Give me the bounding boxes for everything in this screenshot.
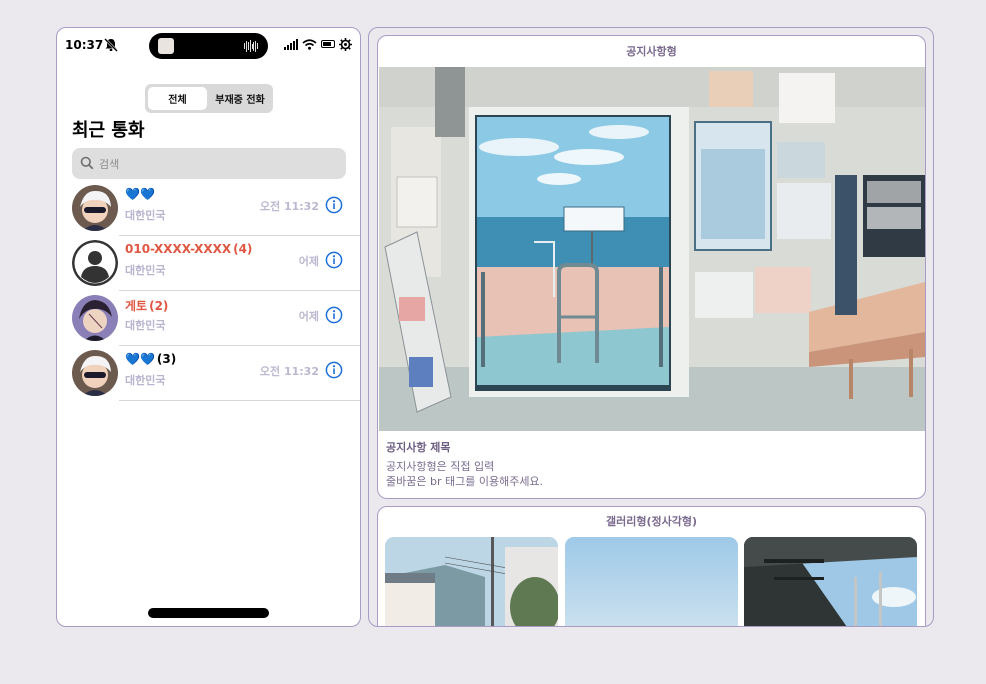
- wifi-icon: [302, 38, 317, 50]
- search-placeholder: 검색: [99, 158, 120, 171]
- gallery-thumbnail[interactable]: [565, 537, 738, 626]
- notice-image: [379, 67, 925, 431]
- avatar-placeholder-icon: [72, 240, 118, 286]
- dynamic-island[interactable]: [149, 33, 268, 59]
- call-filter-segmented-control: 전체 부재중 전화: [145, 84, 273, 113]
- call-count: (4): [233, 242, 253, 256]
- call-name-text: 💙💙: [125, 352, 155, 366]
- audio-wave-icon: [244, 40, 258, 52]
- call-row[interactable]: 게토 (2) 대한민국 어제: [57, 291, 360, 346]
- cellular-signal-icon: [284, 38, 298, 50]
- segment-all[interactable]: 전체: [148, 87, 207, 110]
- call-count: (2): [149, 298, 169, 313]
- status-time: 10:37: [65, 38, 104, 52]
- notice-body: 공지사항형은 직접 입력 줄바꿈은 br 태그를 이용해주세요.: [386, 459, 543, 489]
- info-icon[interactable]: [325, 361, 343, 379]
- info-icon[interactable]: [325, 251, 343, 269]
- call-name: 010-XXXX-XXXX (4): [125, 242, 252, 256]
- call-time: 어제: [298, 310, 319, 323]
- status-bar: 10:37: [57, 28, 360, 64]
- call-time: 오전 11:32: [259, 365, 319, 378]
- bell-muted-icon: [104, 38, 118, 52]
- notice-header: 공지사항형: [626, 45, 677, 58]
- battery-icon: [321, 40, 335, 48]
- notice-card[interactable]: 공지사항형 공지사항 제목 공지사항형은 직접 입력 줄바꿈은 br 태그를 이…: [377, 35, 926, 499]
- call-subtitle: 대한민국: [125, 209, 166, 222]
- call-name-text: 010-XXXX-XXXX: [125, 242, 232, 256]
- call-subtitle: 대한민국: [125, 264, 166, 277]
- call-name: 게토 (2): [125, 297, 168, 314]
- call-name: 💙💙: [125, 187, 157, 201]
- status-icons: [284, 37, 352, 51]
- call-name-text: 게토: [125, 299, 148, 313]
- call-time: 오전 11:32: [259, 200, 319, 213]
- page-title: 최근 통화: [72, 120, 145, 141]
- segment-missed[interactable]: 부재중 전화: [209, 87, 271, 110]
- call-name-text: 💙💙: [125, 187, 155, 201]
- info-icon[interactable]: [325, 196, 343, 214]
- call-subtitle: 대한민국: [125, 319, 166, 332]
- avatar: [72, 185, 118, 231]
- content-panel: 공지사항형 공지사항 제목 공지사항형은 직접 입력 줄바꿈은 br 태그를 이…: [368, 27, 934, 627]
- row-divider: [119, 400, 360, 401]
- search-input[interactable]: 검색: [72, 148, 346, 179]
- notice-title: 공지사항 제목: [386, 441, 451, 454]
- avatar: [72, 350, 118, 396]
- gallery-header: 갤러리형(정사각형): [605, 515, 697, 528]
- phone-panel: 10:37 전체 부재중 전화 최근 통화 검색 💙💙 대한민국 오전 11:3…: [56, 27, 361, 627]
- info-icon[interactable]: [325, 306, 343, 324]
- now-playing-artwork: [158, 38, 174, 54]
- call-time: 어제: [298, 255, 319, 268]
- gallery-thumbnail[interactable]: [744, 537, 917, 626]
- call-row[interactable]: 💙💙 대한민국 오전 11:32: [57, 181, 360, 236]
- call-count: (3): [156, 352, 177, 366]
- notice-body-line: 공지사항형은 직접 입력: [386, 460, 495, 473]
- notice-body-line: 줄바꿈은 br 태그를 이용해주세요.: [386, 475, 544, 488]
- gallery-card: 갤러리형(정사각형): [377, 506, 926, 626]
- gear-icon[interactable]: [339, 37, 352, 51]
- call-subtitle: 대한민국: [125, 374, 166, 387]
- home-indicator[interactable]: [148, 608, 269, 618]
- gallery-thumbnail[interactable]: [385, 537, 558, 626]
- search-icon: [80, 156, 94, 170]
- call-row[interactable]: 💙💙 (3) 대한민국 오전 11:32: [57, 346, 360, 401]
- call-row[interactable]: 010-XXXX-XXXX (4) 대한민국 어제: [57, 236, 360, 291]
- avatar: [72, 295, 118, 341]
- call-name: 💙💙 (3): [125, 352, 176, 366]
